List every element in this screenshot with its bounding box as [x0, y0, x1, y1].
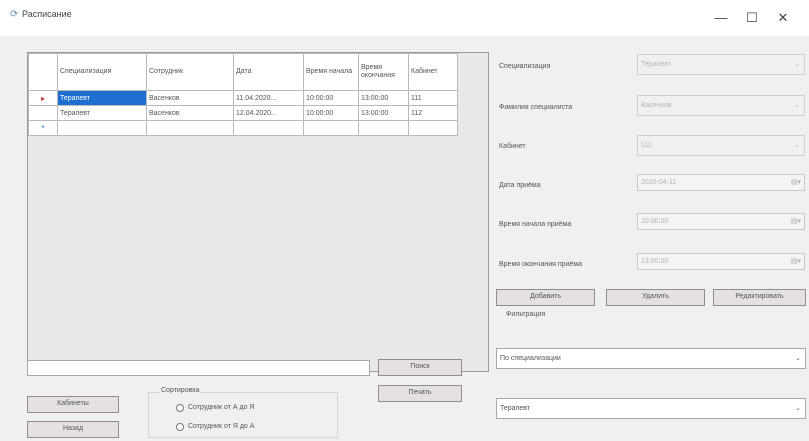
app-icon: ⟳: [10, 9, 19, 20]
cabinet-value: 111: [641, 142, 652, 149]
add-button[interactable]: Добавить: [496, 289, 595, 306]
delete-button[interactable]: Удалить: [606, 289, 705, 306]
table-row[interactable]: ▸ Терапевт Васенков 11.04.2020... 10:00:…: [28, 90, 458, 106]
filter-by-combo[interactable]: По специализации ⌄: [496, 348, 806, 369]
filter-title: Фильтрация: [506, 311, 546, 318]
title-bar: [0, 0, 809, 36]
new-row-marker[interactable]: *: [28, 120, 58, 136]
chevron-down-icon: ⌄: [794, 142, 800, 149]
sort-desc-label[interactable]: Сотрудник от Я до А: [188, 423, 254, 430]
grid-cell[interactable]: 12.04.2020...: [233, 105, 304, 121]
grid-cell[interactable]: [233, 120, 304, 136]
chevron-down-icon: ⌄: [794, 61, 800, 68]
column-header-date[interactable]: Дата: [233, 53, 304, 91]
column-header-end-time[interactable]: Время окончания: [358, 53, 409, 91]
sort-group-title: Сортировка: [160, 387, 201, 394]
table-row[interactable]: Терапевт Васенков 12.04.2020... 10:00:00…: [28, 105, 458, 121]
edit-button[interactable]: Редактировать: [713, 289, 806, 306]
grid-cell[interactable]: [408, 120, 458, 136]
grid-cell[interactable]: [146, 120, 234, 136]
column-header-cabinet[interactable]: Кабинет: [408, 53, 458, 91]
grid-cell[interactable]: 10:00:00: [303, 90, 359, 106]
print-button[interactable]: Печать: [378, 385, 462, 402]
surname-value: Васенков: [641, 102, 672, 109]
end-time-value: 13:00:00: [641, 258, 669, 265]
calendar-icon: ▤▾: [790, 179, 801, 186]
grid-cell[interactable]: [303, 120, 359, 136]
cabinet-combo[interactable]: 111 ⌄: [637, 135, 805, 156]
grid-cell[interactable]: 13:00:00: [358, 105, 409, 121]
new-row[interactable]: *: [28, 120, 458, 136]
row-selected-marker[interactable]: ▸: [28, 90, 58, 106]
filter-value-combo[interactable]: Терапевт ⌄: [496, 398, 806, 419]
maximize-button[interactable]: ☐: [737, 8, 767, 28]
minimize-button[interactable]: —: [706, 8, 736, 28]
grid-cell[interactable]: [57, 120, 147, 136]
search-button[interactable]: Поиск: [378, 359, 462, 376]
filter-by-value: По специализации: [500, 355, 561, 362]
schedule-grid[interactable]: Специализация Сотрудник Дата Время начал…: [27, 52, 489, 372]
grid-cell[interactable]: Терапевт: [57, 105, 147, 121]
calendar-icon: ▤▾: [790, 218, 801, 225]
search-input[interactable]: [27, 360, 370, 376]
sort-group: [148, 392, 338, 438]
sort-asc-radio[interactable]: [176, 404, 184, 412]
chevron-down-icon: ⌄: [795, 405, 801, 412]
date-label: Дата приёма: [499, 182, 541, 189]
column-header-employee[interactable]: Сотрудник: [146, 53, 234, 91]
surname-label: Фамилия специалиста: [499, 104, 573, 111]
grid-header-row: Специализация Сотрудник Дата Время начал…: [28, 53, 458, 91]
start-time-label: Время начала приёма: [499, 221, 572, 228]
filter-value: Терапевт: [500, 405, 531, 412]
grid-cell[interactable]: Васенков: [146, 105, 234, 121]
chevron-down-icon: ⌄: [795, 355, 801, 362]
date-picker[interactable]: 2020-04-11 ▤▾: [637, 174, 805, 191]
cabinets-button[interactable]: Кабинеты: [27, 396, 119, 413]
grid-cell[interactable]: Терапевт: [57, 90, 147, 106]
cabinet-label: Кабинет: [499, 143, 526, 150]
grid-cell[interactable]: 112: [408, 105, 458, 121]
specialization-label: Специализация: [499, 63, 551, 70]
grid-cell[interactable]: 111: [408, 90, 458, 106]
sort-desc-radio[interactable]: [176, 423, 184, 431]
start-time-picker[interactable]: 10:00:00 ▤▾: [637, 213, 805, 230]
sort-asc-label[interactable]: Сотрудник от А до Я: [188, 404, 254, 411]
back-button[interactable]: Назад: [27, 421, 119, 438]
specialization-combo[interactable]: Терапевт ⌄: [637, 54, 805, 75]
date-value: 2020-04-11: [641, 179, 677, 186]
calendar-icon: ▤▾: [790, 258, 801, 265]
end-time-picker[interactable]: 13:00:00 ▤▾: [637, 253, 805, 270]
specialization-value: Терапевт: [641, 61, 672, 68]
grid-cell[interactable]: 11.04.2020...: [233, 90, 304, 106]
row-header-corner: [28, 53, 58, 91]
window-title: Расписание: [22, 9, 72, 19]
end-time-label: Время окончания приёма: [499, 261, 583, 268]
column-header-specialization[interactable]: Специализация: [57, 53, 147, 91]
schedule-table: Специализация Сотрудник Дата Время начал…: [28, 53, 458, 136]
grid-cell[interactable]: 10:00:00: [303, 105, 359, 121]
grid-cell[interactable]: 13:00:00: [358, 90, 409, 106]
chevron-down-icon: ⌄: [794, 102, 800, 109]
surname-combo[interactable]: Васенков ⌄: [637, 95, 805, 116]
start-time-value: 10:00:00: [641, 218, 669, 225]
column-header-start-time[interactable]: Время начала: [303, 53, 359, 91]
grid-cell[interactable]: [358, 120, 409, 136]
close-button[interactable]: ✕: [768, 8, 798, 28]
row-header[interactable]: [28, 105, 58, 121]
grid-cell[interactable]: Васенков: [146, 90, 234, 106]
